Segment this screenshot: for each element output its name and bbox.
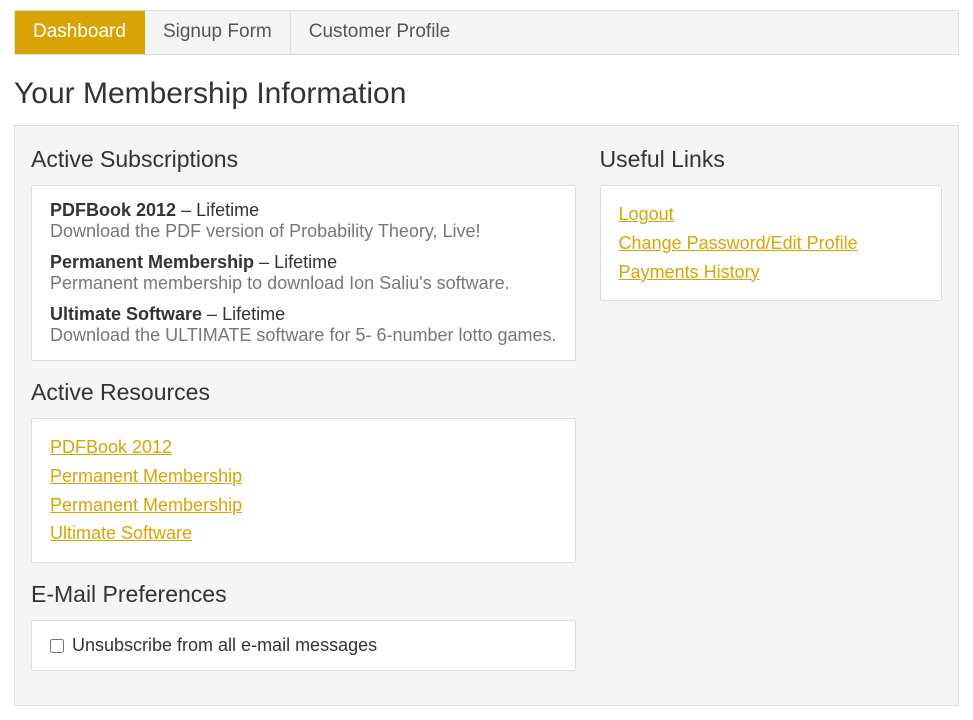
link-change-password[interactable]: Change Password/Edit Profile: [619, 229, 858, 258]
resource-link-pdfbook[interactable]: PDFBook 2012: [50, 433, 172, 462]
subscription-item: PDFBook 2012 – Lifetime Download the PDF…: [50, 200, 557, 242]
unsubscribe-label: Unsubscribe from all e-mail messages: [72, 635, 377, 656]
subscription-desc: Download the ULTIMATE software for 5- 6-…: [50, 325, 557, 346]
subscription-sep: –: [202, 304, 222, 324]
unsubscribe-row[interactable]: Unsubscribe from all e-mail messages: [50, 635, 557, 656]
subscription-heading: PDFBook 2012 – Lifetime: [50, 200, 557, 221]
tab-dashboard[interactable]: Dashboard: [15, 11, 145, 54]
subscription-sep: –: [176, 200, 196, 220]
resource-link-ultimate-software[interactable]: Ultimate Software: [50, 519, 192, 548]
tab-bar: Dashboard Signup Form Customer Profile: [14, 10, 959, 55]
subscription-item: Permanent Membership – Lifetime Permanen…: [50, 252, 557, 294]
subscription-name: Ultimate Software: [50, 304, 202, 324]
resource-link-permanent-membership[interactable]: Permanent Membership: [50, 491, 242, 520]
subscription-heading: Permanent Membership – Lifetime: [50, 252, 557, 273]
active-resources-title: Active Resources: [31, 379, 576, 406]
subscription-desc: Permanent membership to download Ion Sal…: [50, 273, 557, 294]
active-subscriptions-panel: PDFBook 2012 – Lifetime Download the PDF…: [31, 185, 576, 361]
subscription-term: Lifetime: [222, 304, 285, 324]
active-resources-panel: PDFBook 2012 Permanent Membership Perman…: [31, 418, 576, 564]
email-prefs-panel: Unsubscribe from all e-mail messages: [31, 620, 576, 671]
tab-signup-form[interactable]: Signup Form: [145, 11, 291, 54]
content-grid: Active Subscriptions PDFBook 2012 – Life…: [14, 125, 959, 707]
email-prefs-title: E-Mail Preferences: [31, 581, 576, 608]
subscription-term: Lifetime: [196, 200, 259, 220]
right-column: Useful Links Logout Change Password/Edit…: [592, 142, 942, 690]
resource-link-permanent-membership[interactable]: Permanent Membership: [50, 462, 242, 491]
link-payments-history[interactable]: Payments History: [619, 258, 760, 287]
subscription-term: Lifetime: [274, 252, 337, 272]
subscription-name: PDFBook 2012: [50, 200, 176, 220]
subscription-sep: –: [254, 252, 274, 272]
link-logout[interactable]: Logout: [619, 200, 674, 229]
left-column: Active Subscriptions PDFBook 2012 – Life…: [31, 142, 592, 690]
useful-links-title: Useful Links: [600, 146, 942, 173]
unsubscribe-checkbox[interactable]: [50, 639, 64, 653]
subscription-item: Ultimate Software – Lifetime Download th…: [50, 304, 557, 346]
subscription-heading: Ultimate Software – Lifetime: [50, 304, 557, 325]
active-subscriptions-title: Active Subscriptions: [31, 146, 576, 173]
page-title: Your Membership Information: [14, 77, 959, 111]
tab-customer-profile[interactable]: Customer Profile: [291, 11, 469, 54]
membership-page: Dashboard Signup Form Customer Profile Y…: [0, 0, 973, 720]
subscription-name: Permanent Membership: [50, 252, 254, 272]
subscription-desc: Download the PDF version of Probability …: [50, 221, 557, 242]
useful-links-panel: Logout Change Password/Edit Profile Paym…: [600, 185, 942, 302]
